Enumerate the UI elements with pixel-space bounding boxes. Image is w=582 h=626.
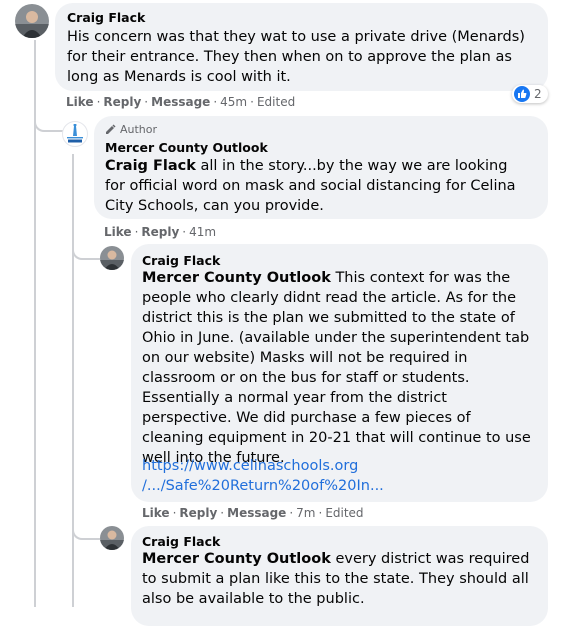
edited-label[interactable]: Edited [257,95,295,109]
comment-actions: Like · Reply · Message · 7m · Edited [142,506,364,520]
comment-body: This context for was the people who clea… [142,270,531,466]
reaction-summary[interactable]: 2 [512,85,548,103]
like-icon [514,86,530,102]
mention-tag[interactable]: Mercer County Outlook [142,270,331,286]
mention-tag[interactable]: Mercer County Outlook [142,551,331,567]
reply-button[interactable]: Reply [103,95,141,109]
link-line-1[interactable]: https://www.celinaschools.org [142,456,358,476]
comment-bubble: Craig Flack His concern was that they wa… [55,3,548,91]
thread-elbow-reply-3 [72,518,100,540]
like-button[interactable]: Like [66,95,94,109]
comment-text: Mercer County Outlook every district was… [142,549,534,609]
edited-label[interactable]: Edited [325,506,363,520]
thread-line-nested [72,154,74,607]
reply-button[interactable]: Reply [141,225,179,239]
avatar[interactable] [100,526,124,550]
comment-text: Craig Flack all in the story...by the wa… [105,156,525,216]
thread-elbow-reply-2 [72,240,100,260]
reply-button[interactable]: Reply [179,506,217,520]
author-badge: Author [105,123,157,136]
comment-time[interactable]: 45m [220,95,247,109]
comment-time[interactable]: 7m [296,506,315,520]
comment-bubble: Author Mercer County Outlook Craig Flack… [94,116,548,219]
mention-tag[interactable]: Craig Flack [105,158,196,174]
thread-elbow-reply-1 [34,112,64,132]
outlook-logo [67,124,83,143]
comment-actions: Like · Reply · 41m [104,225,217,239]
link-line-2[interactable]: /.../Safe%20Return%20of%20In... [142,476,384,496]
comment-text: His concern was that they wat to use a p… [67,29,525,85]
comment-bubble: Craig Flack Mercer County Outlook This c… [131,244,548,502]
author-badge-label: Author [120,123,158,136]
comment-author[interactable]: Craig Flack [142,534,220,549]
like-button[interactable]: Like [142,506,170,520]
comment-text: Mercer County Outlook This context for w… [142,268,534,468]
comment-actions: Like · Reply · Message · 45m · Edited [66,95,296,109]
reaction-count: 2 [534,87,542,101]
message-button[interactable]: Message [151,95,210,109]
like-button[interactable]: Like [104,225,132,239]
comment-author[interactable]: Craig Flack [142,253,220,268]
pencil-icon [105,124,116,135]
avatar[interactable] [15,4,49,38]
message-button[interactable]: Message [227,506,286,520]
comment-time[interactable]: 41m [189,225,216,239]
page-avatar[interactable] [62,121,88,147]
comment-author[interactable]: Craig Flack [67,10,145,25]
comment-author[interactable]: Mercer County Outlook [105,140,268,155]
comment-bubble: Craig Flack Mercer County Outlook every … [131,526,548,626]
avatar[interactable] [100,246,124,270]
